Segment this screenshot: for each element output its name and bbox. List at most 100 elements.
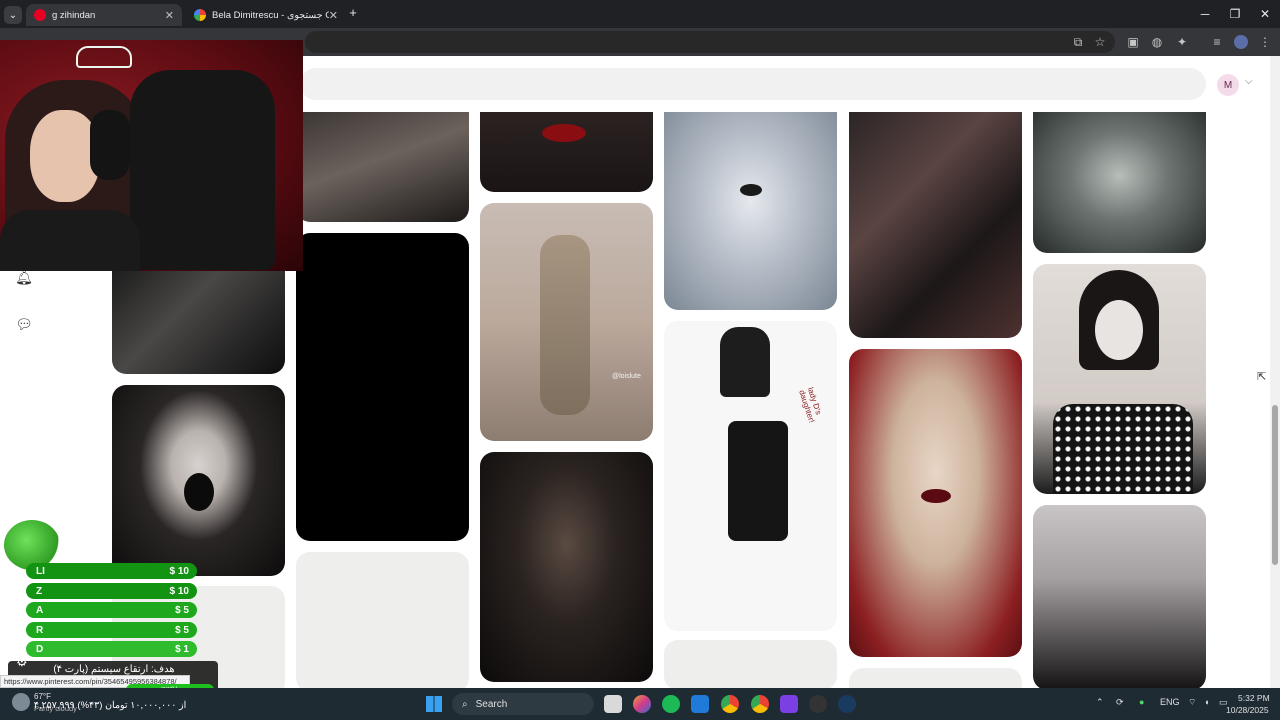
close-window-icon[interactable]: ✕ bbox=[1250, 4, 1280, 24]
maximize-icon[interactable]: ❐ bbox=[1220, 4, 1250, 24]
reading-list-icon[interactable]: ≡ bbox=[1208, 33, 1226, 51]
tab-search-icon[interactable]: ⌄ bbox=[4, 6, 22, 24]
bookmark-star-icon[interactable]: ☆ bbox=[1091, 33, 1109, 51]
streamer-shirt bbox=[0, 210, 140, 271]
tab-title: g zihindan bbox=[52, 9, 96, 21]
taskbar-search-label: Search bbox=[475, 698, 508, 710]
tray-overflow-icon[interactable]: ⌃ bbox=[1096, 697, 1104, 708]
pin-black-tears-mouth bbox=[184, 473, 214, 511]
windows-start-icon[interactable] bbox=[426, 696, 442, 712]
minimize-icon[interactable]: ─ bbox=[1190, 4, 1220, 24]
weather-icon[interactable] bbox=[12, 693, 30, 711]
pin-black-tile[interactable] bbox=[296, 233, 469, 541]
donor-row: LI $ 10 bbox=[26, 563, 197, 579]
donor-row: D $ 1 bbox=[26, 641, 197, 657]
mouse-cursor-icon: ⇱ bbox=[1257, 371, 1267, 383]
clock-date[interactable]: 10/28/2025 bbox=[1226, 705, 1269, 715]
pin-vampire-lips[interactable] bbox=[480, 112, 653, 192]
extensions-puzzle-icon[interactable]: ✦ bbox=[1173, 33, 1191, 51]
chrome-icon[interactable] bbox=[721, 695, 739, 713]
rider-icon[interactable] bbox=[780, 695, 798, 713]
donor-amount: $ 5 bbox=[175, 624, 189, 636]
donor-amount: $ 10 bbox=[169, 565, 189, 577]
google-icon bbox=[194, 9, 206, 21]
pin-coraline-doll-face bbox=[1095, 300, 1143, 360]
extension-icon[interactable]: ▣ bbox=[1124, 33, 1142, 51]
install-app-icon[interactable]: ⧉ bbox=[1069, 33, 1087, 51]
donor-amount: $ 5 bbox=[175, 604, 189, 616]
menu-kebab-icon[interactable]: ⋮ bbox=[1256, 33, 1274, 51]
steam-icon[interactable] bbox=[838, 695, 856, 713]
chrome-alt-icon[interactable] bbox=[751, 695, 769, 713]
tray-sync-icon[interactable]: ⟳ bbox=[1116, 697, 1124, 708]
spotify-icon[interactable] bbox=[662, 695, 680, 713]
gaming-chair bbox=[130, 70, 275, 270]
donor-name: Z bbox=[36, 585, 43, 597]
donor-name: R bbox=[36, 624, 44, 636]
taskbar-search-input[interactable]: ⌕ Search bbox=[452, 693, 594, 715]
close-tab-icon[interactable]: ✕ bbox=[329, 9, 338, 22]
pin-costume-collage[interactable] bbox=[849, 112, 1022, 338]
scrollbar-thumb[interactable] bbox=[1272, 405, 1278, 565]
goal-title: هدف: ارتقاع سیستم (پارت ۴) bbox=[53, 664, 175, 675]
messages-chat-icon[interactable]: 💬︎ bbox=[14, 314, 34, 334]
donor-amount: $ 1 bbox=[175, 643, 189, 655]
moodboard-caption: lady D's daughter! bbox=[797, 386, 824, 424]
pin-coraline-doll-dress bbox=[1053, 404, 1193, 494]
vscode-icon[interactable] bbox=[691, 695, 709, 713]
tab-google[interactable]: Bela Dimitrescu - جستجوی Goo ✕ bbox=[186, 4, 346, 26]
donor-name: A bbox=[36, 604, 44, 616]
chevron-down-icon[interactable]: ⌵ bbox=[1245, 76, 1253, 87]
watermark: @loislute bbox=[612, 373, 641, 380]
close-tab-icon[interactable]: ✕ bbox=[165, 9, 174, 22]
pin-mirror-selfie[interactable]: @loislute bbox=[480, 203, 653, 441]
file-explorer-icon[interactable] bbox=[604, 695, 622, 713]
gear-icon[interactable]: ⚙ bbox=[16, 654, 28, 670]
page-scrollbar[interactable] bbox=[1270, 56, 1280, 688]
donor-row: R $ 5 bbox=[26, 622, 197, 638]
pin-mirror-selfie-figure bbox=[540, 235, 590, 415]
search-input[interactable] bbox=[300, 68, 1206, 100]
donor-name: D bbox=[36, 643, 44, 655]
crown-doodle-icon bbox=[76, 46, 132, 68]
pinterest-icon bbox=[34, 9, 46, 21]
pin-scarred-face[interactable] bbox=[296, 112, 469, 222]
wifi-icon[interactable]: ⌔ bbox=[1188, 697, 1196, 708]
tab-title: Bela Dimitrescu - جستجوی Goo bbox=[212, 9, 329, 21]
pin-hooded-witch[interactable] bbox=[1033, 112, 1206, 253]
new-tab-button[interactable]: + bbox=[346, 6, 360, 20]
pin-placeholder[interactable] bbox=[664, 640, 837, 688]
pin-clown-makeup-lips bbox=[921, 489, 951, 503]
pin-dark-angel[interactable] bbox=[480, 452, 653, 682]
search-icon: ⌕ bbox=[462, 698, 468, 710]
pin-lady-d-moodboard[interactable]: lady D's daughter! bbox=[664, 321, 837, 631]
language-indicator[interactable]: ENG bbox=[1160, 697, 1180, 707]
donor-row: A $ 5 bbox=[26, 602, 197, 618]
pin-dark-hands[interactable] bbox=[112, 268, 285, 374]
pin-vampire-lips-mouth bbox=[542, 124, 586, 142]
microphone-icon[interactable]: ● bbox=[1139, 697, 1144, 707]
copilot-icon[interactable] bbox=[633, 695, 651, 713]
donor-amount: $ 10 bbox=[169, 585, 189, 597]
obs-icon[interactable] bbox=[809, 695, 827, 713]
pin-coraline-doll[interactable] bbox=[1033, 264, 1206, 494]
extension-badge-icon[interactable]: ◍ bbox=[1148, 33, 1166, 51]
pin-silver-queen[interactable] bbox=[664, 112, 837, 310]
clock-time[interactable]: 5:32 PM bbox=[1238, 693, 1270, 703]
avatar[interactable]: M bbox=[1217, 74, 1239, 96]
pin-pigtail-goth[interactable] bbox=[1033, 505, 1206, 688]
goal-amount: ۴,۲۵۷,۹۹۹ از ۱۰,۰۰۰,۰۰۰ تومان (۴۳%) bbox=[33, 700, 187, 711]
volume-icon[interactable]: ◖ bbox=[1204, 697, 1209, 707]
moodboard-hood bbox=[720, 327, 770, 397]
headset-icon bbox=[90, 110, 130, 180]
moodboard-dress bbox=[728, 421, 788, 541]
tab-pinterest[interactable]: g zihindan ✕ bbox=[26, 4, 182, 26]
pin-black-tears[interactable] bbox=[112, 385, 285, 576]
pin-placeholder[interactable] bbox=[296, 552, 469, 688]
webcam-overlay bbox=[0, 40, 303, 271]
address-bar[interactable] bbox=[305, 31, 1115, 53]
pin-clown-makeup[interactable] bbox=[849, 349, 1022, 657]
donor-name: LI bbox=[36, 565, 45, 577]
pin-placeholder[interactable] bbox=[849, 668, 1022, 688]
profile-avatar-icon[interactable] bbox=[1232, 33, 1250, 51]
